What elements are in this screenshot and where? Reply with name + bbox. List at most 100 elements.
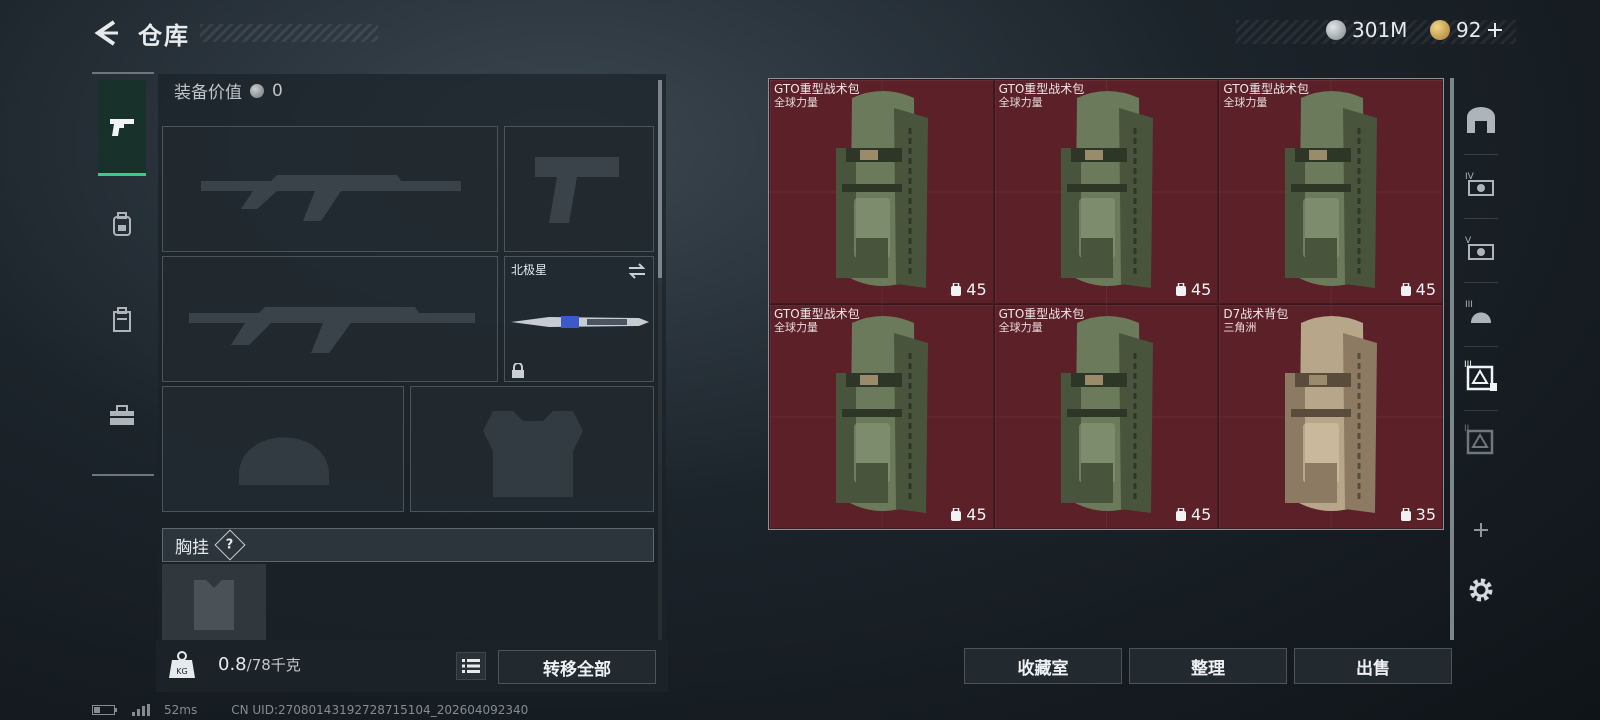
pistol-icon	[110, 118, 134, 136]
back-arrow-icon	[94, 20, 118, 46]
backpack-image	[1285, 316, 1378, 513]
rail-add-button[interactable]	[1462, 510, 1500, 550]
rail-backpacks-selected[interactable]: III	[1462, 356, 1500, 396]
list-view-button[interactable]	[456, 652, 486, 680]
stash-item[interactable]: GTO重型战术包 全球力量 45	[1218, 79, 1443, 304]
chest-rig-slot[interactable]	[162, 564, 266, 640]
organize-button[interactable]: 整理	[1129, 648, 1287, 684]
item-brand: 三角洲	[1223, 321, 1257, 334]
stash-item[interactable]: D7战术背包 三角洲 35	[1218, 304, 1443, 529]
ping: 52ms	[164, 703, 198, 717]
stash-grid: GTO重型战术包 全球力量 45 GTO重型战术包 全球力量 45 GTO重型战…	[768, 78, 1444, 530]
tab-toolbox[interactable]	[98, 368, 146, 464]
item-brand: 全球力量	[1223, 96, 1268, 109]
rail-tier-v[interactable]: V	[1462, 228, 1500, 268]
weight-icon: KG	[168, 650, 196, 680]
item-brand: 全球力量	[998, 96, 1043, 109]
transfer-all-button[interactable]: 转移全部	[498, 650, 656, 684]
gear-value-label: 装备价值	[174, 83, 242, 103]
loadout-tabs	[92, 72, 154, 476]
rail-all-items[interactable]	[1462, 100, 1500, 140]
back-button[interactable]	[92, 18, 122, 48]
signal-icon	[132, 704, 150, 716]
capacity-bag-icon	[1175, 508, 1186, 521]
item-capacity: 45	[950, 505, 987, 524]
rifle-silhouette-icon	[189, 307, 475, 353]
lock-icon	[512, 363, 524, 378]
helmet-slot[interactable]	[162, 386, 404, 512]
item-capacity: 45	[1175, 280, 1211, 299]
weight-max: /78千克	[246, 656, 301, 674]
tab-backpack[interactable]	[98, 176, 146, 272]
weight-current: 0.8	[218, 654, 247, 675]
svg-text:III: III	[1465, 300, 1473, 310]
helmet-tier-iii-icon: III	[1465, 300, 1491, 323]
melee-slot[interactable]: 北极星	[504, 256, 654, 382]
backpack-tier-icon: II	[1464, 424, 1494, 455]
item-name: GTO重型战术包	[998, 307, 1085, 321]
gear-value: 装备价值 0	[174, 78, 283, 104]
chest-rig-silhouette-icon	[194, 580, 234, 630]
item-name: D7战术背包	[1223, 307, 1289, 321]
swap-icon[interactable]	[627, 263, 647, 279]
armor-tier-iv-icon: IV	[1465, 172, 1494, 196]
currency-coins-value: 301M	[1352, 18, 1408, 42]
rifle-silhouette-icon	[201, 175, 461, 221]
stash-item[interactable]: GTO重型战术包 全球力量 45	[993, 304, 1219, 529]
backpack-filter-icon: III	[1464, 360, 1497, 391]
backpack-image	[836, 91, 928, 288]
item-name: GTO重型战术包	[1223, 82, 1309, 96]
case-icon	[113, 307, 131, 332]
vest-silhouette-icon	[483, 411, 583, 497]
item-capacity: 45	[950, 280, 987, 299]
currency-coins: 301M	[1326, 18, 1407, 42]
rail-backpacks-tier[interactable]: II	[1462, 420, 1500, 460]
rail-tier-iv[interactable]: IV	[1462, 164, 1500, 204]
list-icon	[462, 659, 480, 673]
item-name: GTO重型战术包	[998, 82, 1085, 96]
add-icon[interactable]	[1487, 22, 1503, 38]
battery-icon	[92, 705, 117, 715]
melee-name: 北极星	[511, 263, 548, 277]
stash-scrollbar[interactable]	[1450, 78, 1454, 640]
primary-weapon-slot[interactable]	[162, 126, 498, 252]
capacity-bag-icon	[951, 508, 962, 521]
help-icon[interactable]: ?	[214, 529, 246, 561]
gold-coin-icon	[1430, 20, 1450, 40]
item-capacity: 35	[1400, 505, 1436, 524]
backpack-image	[836, 316, 928, 513]
backpack-icon	[113, 212, 131, 236]
stash-item[interactable]: GTO重型战术包 全球力量 45	[993, 79, 1219, 304]
vault-icon	[1467, 107, 1495, 133]
tab-container[interactable]	[98, 272, 146, 368]
rail-tier-iii[interactable]: III	[1462, 292, 1500, 332]
silver-coin-icon	[1326, 20, 1346, 40]
capacity-bag-icon	[951, 283, 962, 296]
uid: CN UID:27080143192728715104_202604092340	[231, 703, 529, 717]
currency-premium[interactable]: 92	[1430, 18, 1503, 42]
collection-room-button[interactable]: 收藏室	[964, 648, 1122, 684]
gear-value-amount: 0	[272, 80, 283, 101]
toolbox-icon	[110, 405, 134, 425]
svg-text:II: II	[1464, 424, 1469, 434]
secondary-weapon-slot[interactable]	[162, 256, 498, 382]
armor-slot[interactable]	[410, 386, 654, 512]
gear-scroll-thumb[interactable]	[658, 80, 662, 278]
capacity-bag-icon	[1400, 508, 1411, 521]
sidearm-slot[interactable]	[504, 126, 654, 252]
helmet-silhouette-icon	[239, 437, 329, 485]
item-brand: 全球力量	[774, 96, 818, 109]
item-brand: 全球力量	[774, 321, 818, 334]
sell-button[interactable]: 出售	[1294, 648, 1452, 684]
weight-readout: 0.8/78千克	[218, 654, 301, 675]
stash-item[interactable]: GTO重型战术包 全球力量 45	[769, 304, 994, 529]
page-title: 仓库	[138, 22, 190, 50]
settings-button[interactable]	[1462, 570, 1500, 610]
capacity-bag-icon	[1175, 283, 1186, 296]
tab-weapons[interactable]	[98, 80, 146, 176]
pistol-silhouette-icon	[535, 157, 619, 223]
stash-item[interactable]: GTO重型战术包 全球力量 45	[769, 79, 994, 304]
item-capacity: 45	[1175, 505, 1211, 524]
svg-text:KG: KG	[176, 667, 187, 676]
gear-icon	[1469, 578, 1493, 602]
